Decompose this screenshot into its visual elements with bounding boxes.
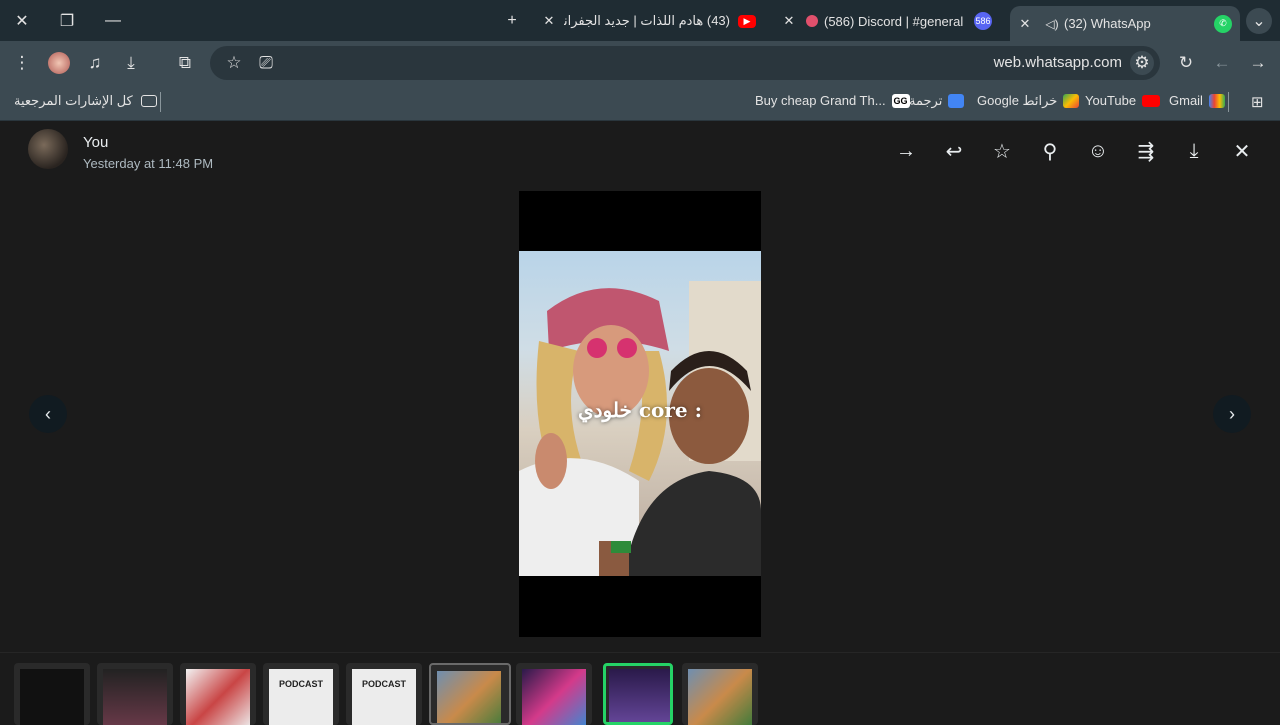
all-bookmarks-label: كل الإشارات المرجعية: [14, 93, 133, 108]
media-thumbnail[interactable]: PODCAST: [263, 663, 339, 725]
tab-bar: ✕ ❐ — + ✕ (43) هادم اللذات | جديد الجفرا…: [0, 0, 1280, 41]
tab-discord[interactable]: ✕ (586) Discord | #general | Q 586: [774, 6, 1000, 36]
new-tab-button[interactable]: +: [499, 8, 525, 34]
extensions-icon[interactable]: ⧉: [173, 51, 197, 75]
next-media-button[interactable]: ›: [1213, 395, 1251, 433]
bookmark-label: ترجمة: [909, 93, 943, 108]
media-thumbnail-video[interactable]: [603, 663, 673, 725]
bookmark-item[interactable]: Google خرائط: [977, 93, 1080, 109]
tab-title: (586) Discord | #general | Q: [824, 13, 966, 29]
star-icon[interactable]: ☆: [990, 139, 1014, 163]
tab-title: (32) WhatsApp: [1064, 16, 1151, 31]
thumbnail-image: [20, 669, 84, 725]
profile-avatar-image: [48, 52, 70, 74]
media-thumbnail[interactable]: PODCAST: [346, 663, 422, 725]
media-thumbnail[interactable]: [682, 663, 758, 725]
bookmark-item[interactable]: Buy cheap Grand Th... GG: [755, 93, 910, 108]
bookmarks-divider: [1228, 92, 1229, 112]
gg-icon: GG: [891, 93, 910, 108]
podcast-label: PODCAST: [361, 679, 406, 689]
message-timestamp: Yesterday at 11:48 PM: [83, 156, 214, 171]
thumbnail-image: PODCAST: [269, 669, 333, 725]
profile-avatar[interactable]: [47, 51, 71, 75]
tab-close-icon[interactable]: ✕: [540, 13, 558, 29]
recording-icon: [806, 15, 818, 27]
url-text: web.whatsapp.com: [993, 54, 1122, 71]
window-restore-icon[interactable]: ❐: [54, 8, 80, 34]
address-bar[interactable]: ☆ ⎚ web.whatsapp.com ⚙: [210, 46, 1160, 80]
tab-title: (43) هادم اللذات | جديد الجفراني: [564, 13, 730, 28]
translate-icon: [948, 94, 965, 108]
tab-close-icon[interactable]: ✕: [1016, 16, 1034, 32]
previous-media-button[interactable]: ‹: [29, 395, 67, 433]
media-thumbnail-selected[interactable]: [429, 663, 511, 725]
window-minimize-icon[interactable]: —: [100, 8, 126, 34]
media-viewer: You Yesterday at 11:48 PM → ↩ ☆ ⚲ ☺ ⇶ ⤓ …: [0, 121, 1280, 725]
thumbnail-image: PODCAST: [352, 669, 416, 725]
bookmarks-divider: [160, 92, 161, 112]
thumbnail-image: [103, 669, 167, 725]
download-icon[interactable]: ⤓: [119, 51, 143, 75]
back-icon[interactable]: ←: [1210, 51, 1234, 75]
tab-close-icon[interactable]: ✕: [780, 13, 798, 29]
thumbnail-image: [437, 671, 501, 723]
youtube-icon: ▶: [738, 14, 756, 28]
audio-icon: ◁): [1045, 16, 1059, 31]
emoji-react-icon[interactable]: ☺: [1086, 139, 1110, 163]
pin-icon[interactable]: ⚲: [1038, 139, 1062, 163]
thumbnail-image: [186, 669, 250, 725]
window-close-icon[interactable]: ✕: [9, 8, 35, 34]
menu-icon[interactable]: ⋮: [10, 51, 34, 75]
avatar: [28, 129, 68, 169]
reload-icon[interactable]: ↻: [1174, 51, 1198, 75]
bookmark-item[interactable]: Gmail: [1169, 93, 1225, 108]
whatsapp-icon: ✆: [1214, 14, 1232, 33]
tab-whatsapp[interactable]: ✕ ◁) (32) WhatsApp ✆: [1010, 6, 1240, 41]
bookmark-label: Google خرائط: [977, 93, 1058, 108]
thumbnail-image: [522, 669, 586, 725]
video-caption: خلودي core :: [578, 398, 702, 422]
tab-youtube[interactable]: ✕ (43) هادم اللذات | جديد الجفراني ▶: [534, 6, 764, 36]
discord-badge-icon: 586: [974, 12, 992, 30]
sender-name: You: [83, 134, 109, 151]
folder-icon: [140, 95, 157, 107]
thumbnail-image: [609, 669, 670, 722]
bookmark-label: Buy cheap Grand Th...: [755, 93, 886, 108]
bookmark-item[interactable]: YouTube: [1085, 93, 1161, 108]
forward-icon[interactable]: →: [1246, 51, 1270, 75]
media-frame[interactable]: خلودي core :: [519, 191, 761, 637]
video-frame-image: خلودي core :: [519, 251, 761, 576]
media-thumbnail[interactable]: [180, 663, 256, 725]
youtube-icon: [1142, 94, 1161, 107]
reply-icon[interactable]: ↩: [942, 139, 966, 163]
apps-grid-icon[interactable]: ⊞: [1251, 93, 1264, 111]
podcast-label: PODCAST: [278, 679, 323, 689]
maps-icon: [1063, 94, 1080, 108]
bookmark-label: Gmail: [1169, 93, 1203, 108]
go-to-message-icon[interactable]: →: [894, 139, 918, 163]
download-icon[interactable]: ⤓: [1182, 139, 1206, 163]
tab-search-dropdown-icon[interactable]: ⌄: [1246, 8, 1272, 34]
media-thumbnail[interactable]: [97, 663, 173, 725]
gmail-icon: [1208, 93, 1225, 108]
media-thumbnail[interactable]: [516, 663, 592, 725]
install-app-icon[interactable]: ⎚: [254, 51, 278, 75]
bookmark-label: YouTube: [1085, 93, 1137, 108]
bookmark-item[interactable]: ترجمة: [909, 93, 965, 109]
bookmark-star-icon[interactable]: ☆: [222, 51, 246, 75]
close-viewer-icon[interactable]: ✕: [1230, 139, 1254, 163]
media-thumbnail-strip: PODCAST PODCAST: [0, 652, 1280, 725]
thumbnail-image: [688, 669, 752, 725]
forward-message-icon[interactable]: ⇶: [1134, 139, 1158, 163]
site-settings-icon[interactable]: ⚙: [1130, 51, 1154, 75]
all-bookmarks-folder[interactable]: كل الإشارات المرجعية: [14, 93, 157, 109]
bookmarks-bar: كل الإشارات المرجعية Buy cheap Grand Th.…: [0, 85, 1280, 121]
browser-toolbar: ⋮ ♫ ⤓ ⧉ ☆ ⎚ web.whatsapp.com ⚙ ↻ ← →: [0, 41, 1280, 85]
media-control-icon[interactable]: ♫: [83, 51, 107, 75]
media-thumbnail[interactable]: [14, 663, 90, 725]
